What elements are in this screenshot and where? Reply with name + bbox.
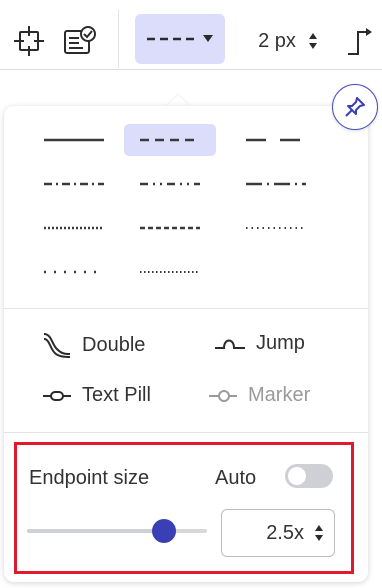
text-pill-icon	[43, 390, 71, 401]
toggle-knob	[288, 467, 306, 485]
dash-style-dropdown[interactable]	[135, 14, 225, 64]
crop-frame-icon[interactable]	[10, 22, 48, 60]
line-pattern-preview-icon	[140, 226, 200, 230]
toolbar-separator	[118, 10, 119, 68]
jump-label: Jump	[256, 332, 305, 354]
line-width-value: 2 px	[258, 29, 296, 52]
line-pattern-fine-dot[interactable]	[230, 212, 322, 244]
style-option-marker[interactable]: Marker	[208, 384, 310, 407]
line-pattern-solid[interactable]	[28, 124, 120, 156]
endpoint-size-value: 2.5x	[266, 521, 304, 544]
divider	[4, 308, 368, 309]
line-pattern-preview-icon	[44, 270, 104, 274]
connector-icon[interactable]	[340, 22, 378, 60]
line-pattern-dash-dot-dot[interactable]	[124, 168, 216, 200]
line-pattern-long-dash-dot[interactable]	[230, 168, 322, 200]
style-option-double[interactable]: Double	[42, 332, 145, 358]
slider-thumb[interactable]	[151, 519, 176, 543]
line-pattern-sparse-dot[interactable]	[28, 256, 120, 288]
divider	[4, 432, 368, 433]
line-pattern-preview-icon	[246, 138, 306, 142]
line-pattern-preview-icon	[44, 182, 104, 186]
text-pill-label: Text Pill	[82, 384, 151, 406]
line-pattern-preview-icon	[140, 138, 200, 142]
double-label: Double	[82, 333, 146, 356]
jump-line-icon	[215, 339, 245, 349]
endpoint-size-label: Endpoint size	[29, 467, 150, 489]
line-pattern-short-dash[interactable]	[124, 212, 216, 244]
endpoint-size-stepper[interactable]: 2.5x	[221, 509, 335, 557]
line-pattern-dash-dot[interactable]	[28, 168, 120, 200]
dash-style-dropdown-icon	[147, 35, 213, 42]
stepper-arrows-icon[interactable]	[314, 522, 324, 544]
line-pattern-preview-icon	[140, 271, 200, 273]
endpoint-size-slider[interactable]	[27, 517, 207, 545]
toolbar: 2 px	[0, 0, 382, 70]
line-pattern-dense-dot[interactable]	[28, 212, 120, 244]
line-pattern-preview-icon	[140, 182, 200, 186]
slider-fill	[27, 529, 164, 533]
line-pattern-preview-icon	[246, 182, 306, 186]
double-line-icon	[43, 333, 71, 358]
auto-label: Auto	[215, 467, 257, 489]
line-pattern-long-dash[interactable]	[230, 124, 322, 156]
line-pattern-preview-icon	[44, 138, 104, 142]
line-pattern-preview-icon	[246, 227, 306, 229]
line-width-stepper[interactable]: 2 px	[248, 26, 328, 56]
auto-toggle[interactable]	[285, 464, 333, 488]
marker-icon	[209, 389, 237, 402]
checklist-icon[interactable]	[60, 22, 100, 60]
line-pattern-grid	[4, 106, 368, 306]
line-pattern-micro-dot[interactable]	[124, 256, 216, 288]
endpoint-size-section: Endpoint size Auto 2.5x	[14, 442, 354, 574]
line-style-panel: Double Jump Text Pill Marker Endpoint si…	[4, 106, 368, 582]
style-option-text-pill[interactable]: Text Pill	[42, 384, 151, 407]
line-pattern-preview-icon	[44, 226, 104, 230]
marker-label: Marker	[248, 384, 311, 406]
pin-icon[interactable]	[332, 84, 378, 130]
style-option-jump[interactable]: Jump	[214, 332, 305, 355]
line-pattern-dash[interactable]	[124, 124, 216, 156]
stepper-arrows-icon[interactable]	[308, 31, 318, 51]
